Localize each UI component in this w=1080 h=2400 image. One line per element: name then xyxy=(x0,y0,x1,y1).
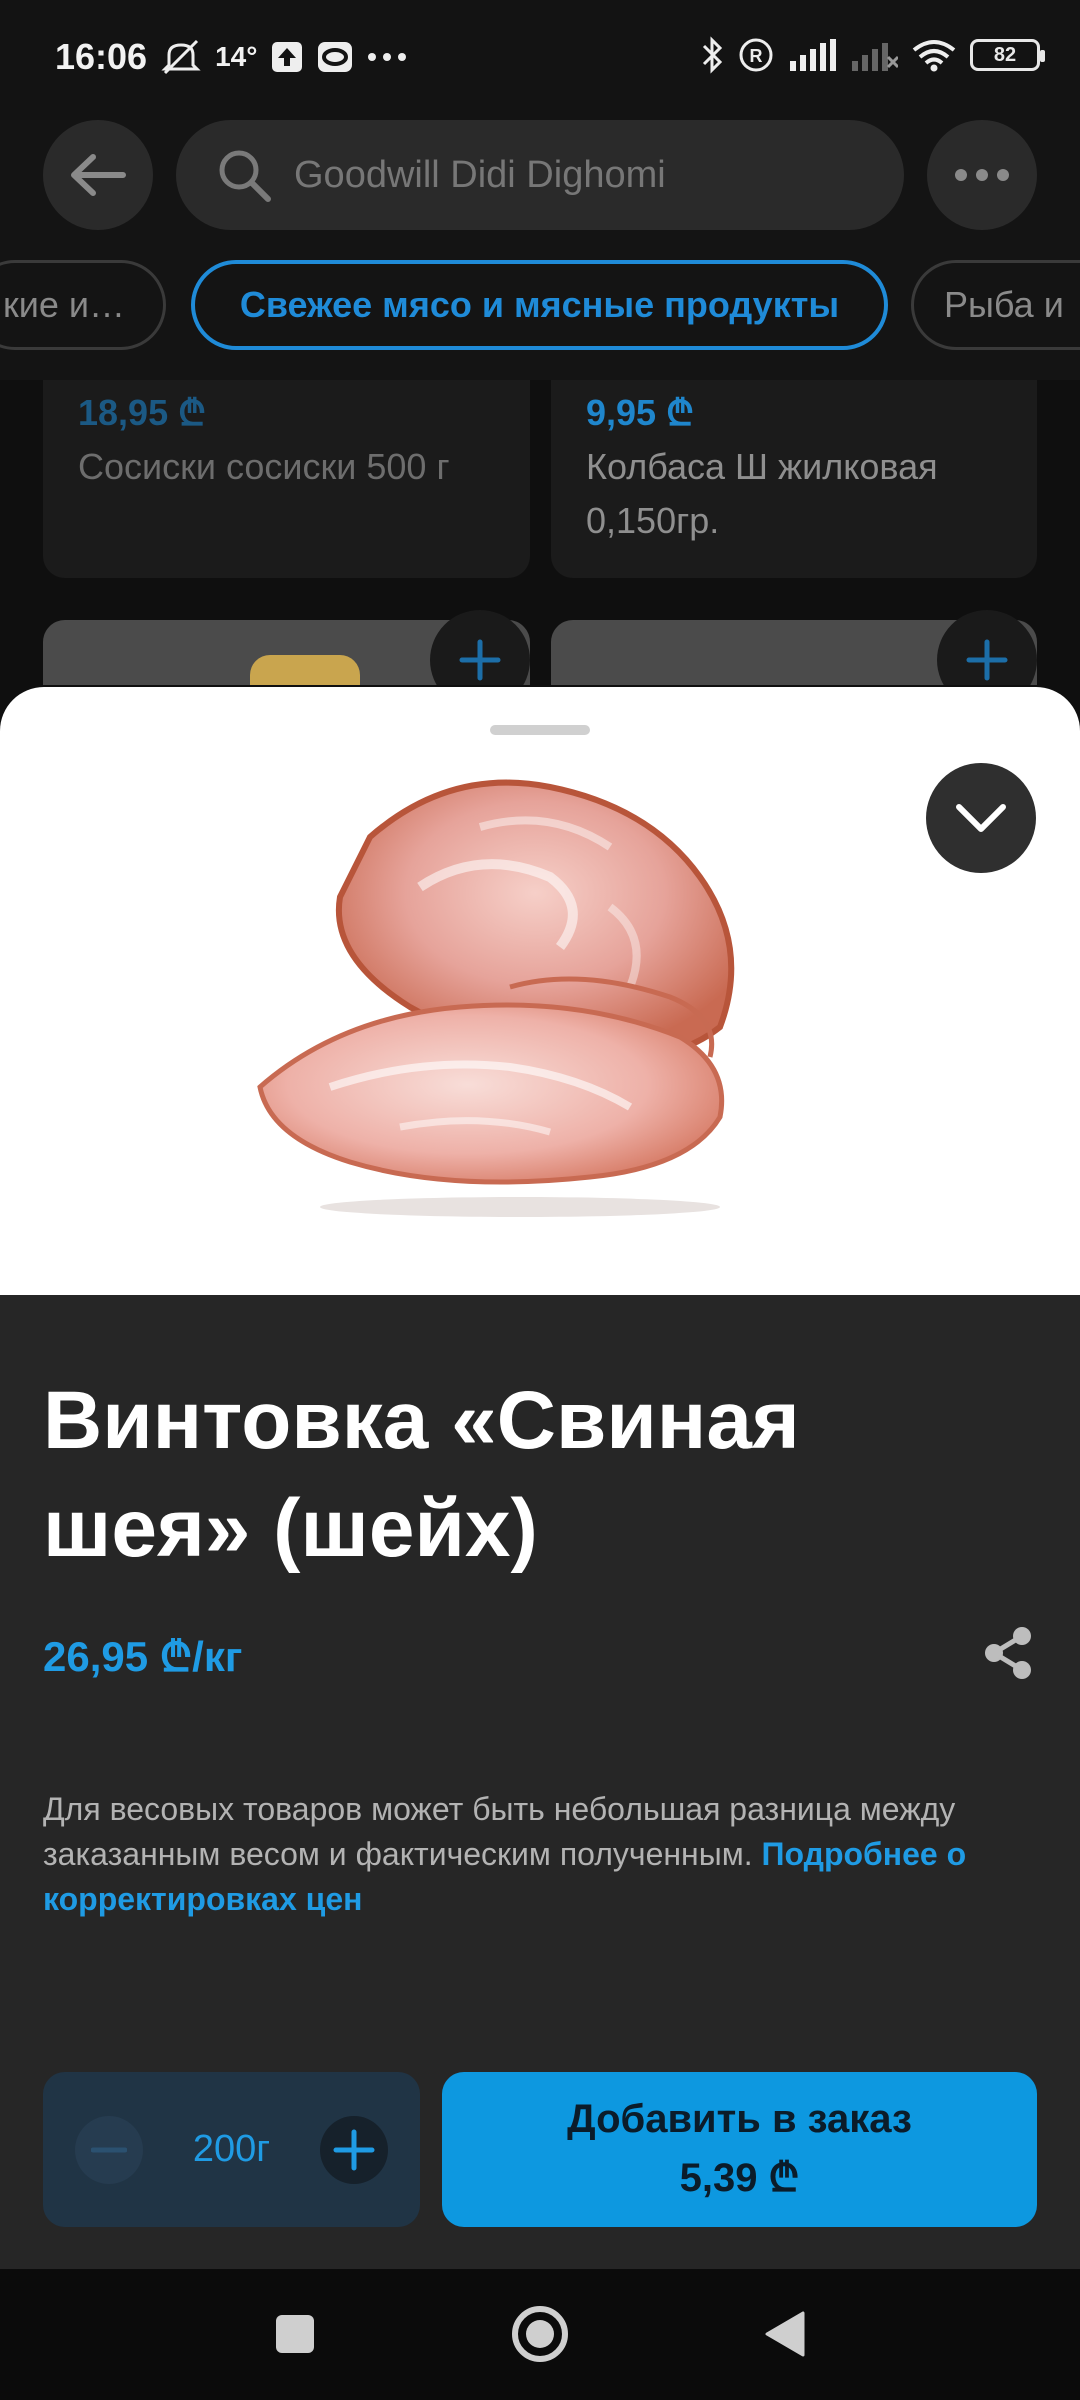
chevron-down-icon xyxy=(956,804,1006,832)
search-icon xyxy=(219,150,271,202)
arrow-left-icon xyxy=(71,154,126,196)
sheet-grabber[interactable] xyxy=(490,725,590,735)
status-temperature: 14° xyxy=(215,41,258,72)
share-button[interactable] xyxy=(980,1625,1036,1681)
plus-icon xyxy=(966,639,1008,681)
mute-icon xyxy=(161,39,201,75)
increase-quantity-button[interactable] xyxy=(319,2115,388,2184)
product-card-price: 18,95 ₾ xyxy=(78,392,206,433)
product-card-name: Колбаса Ш жилковая 0,150гр. xyxy=(586,446,938,541)
plus-icon xyxy=(459,639,501,681)
status-bar: 16:06 14° R 82 xyxy=(0,0,1080,120)
product-sheet: Винтовка «Свиная шея» (шейх) 26,95 ₾/кг … xyxy=(0,687,1080,2269)
category-chip-active[interactable]: Свежее мясо и мясные продукты xyxy=(191,260,888,350)
svg-text:R: R xyxy=(750,46,763,66)
home-button[interactable] xyxy=(505,2299,575,2369)
more-dots-icon xyxy=(367,52,407,62)
search-text: Goodwill Didi Dighomi xyxy=(294,153,666,196)
share-icon xyxy=(985,1627,1031,1679)
add-to-order-label: Добавить в заказ xyxy=(567,2096,912,2141)
more-dots-icon xyxy=(955,169,1009,181)
product-image-area xyxy=(0,687,1080,1295)
recent-apps-button[interactable] xyxy=(260,2299,330,2369)
quantity-stepper: 200г xyxy=(43,2072,420,2227)
product-card-name: Сосиски сосиски 500 г xyxy=(78,446,450,487)
weight-disclaimer: Для весовых товаров может быть небольшая… xyxy=(43,1787,1043,1922)
signal-icon xyxy=(788,39,836,71)
minus-icon xyxy=(91,2147,127,2152)
home-circle-icon xyxy=(512,2306,568,2362)
product-card[interactable]: 9,95 ₾ Колбаса Ш жилковая 0,150гр. xyxy=(551,380,1037,578)
category-chips: кие и… Свежее мясо и мясные продукты Рыб… xyxy=(0,260,1080,356)
system-back-button[interactable] xyxy=(750,2299,820,2369)
search-bar[interactable]: Goodwill Didi Dighomi xyxy=(176,120,904,230)
more-options-button[interactable] xyxy=(927,120,1037,230)
product-card[interactable]: 18,95 ₾ Сосиски сосиски 500 г xyxy=(43,380,530,578)
product-grid-background: 18,95 ₾ Сосиски сосиски 500 г 9,95 ₾ Кол… xyxy=(0,380,1080,685)
decrease-quantity-button[interactable] xyxy=(75,2115,143,2184)
category-chip[interactable]: кие и… xyxy=(0,260,166,350)
battery-level: 82 xyxy=(993,43,1017,66)
category-chip[interactable]: Рыба и xyxy=(911,260,1080,350)
quantity-value: 200г xyxy=(192,2128,271,2170)
product-image xyxy=(257,779,735,1217)
signal-weak-icon xyxy=(850,39,898,71)
top-bar: Goodwill Didi Dighomi кие и… Свежее мясо… xyxy=(0,120,1080,380)
add-to-order-price: 5,39 ₾ xyxy=(679,2155,800,2200)
collapse-button[interactable] xyxy=(926,763,1036,873)
triangle-back-icon xyxy=(765,2311,805,2357)
product-card-price: 9,95 ₾ xyxy=(586,392,694,433)
add-to-order-button[interactable]: Добавить в заказ 5,39 ₾ xyxy=(442,2072,1037,2227)
back-button[interactable] xyxy=(43,120,153,230)
product-price: 26,95 ₾/кг xyxy=(43,1633,243,1680)
registered-icon: R xyxy=(738,37,774,73)
bluetooth-icon xyxy=(700,36,724,74)
square-icon xyxy=(276,2315,314,2353)
navigation-bar xyxy=(0,2269,1080,2400)
wifi-icon xyxy=(912,38,956,72)
product-photo xyxy=(250,655,360,685)
status-time: 16:06 xyxy=(55,36,148,77)
plus-icon xyxy=(333,2129,375,2170)
app-icon xyxy=(317,41,353,73)
battery-icon: 82 xyxy=(970,39,1045,71)
upload-icon xyxy=(271,41,303,73)
product-title: Винтовка «Свиная шея» (шейх) xyxy=(43,1375,800,1574)
